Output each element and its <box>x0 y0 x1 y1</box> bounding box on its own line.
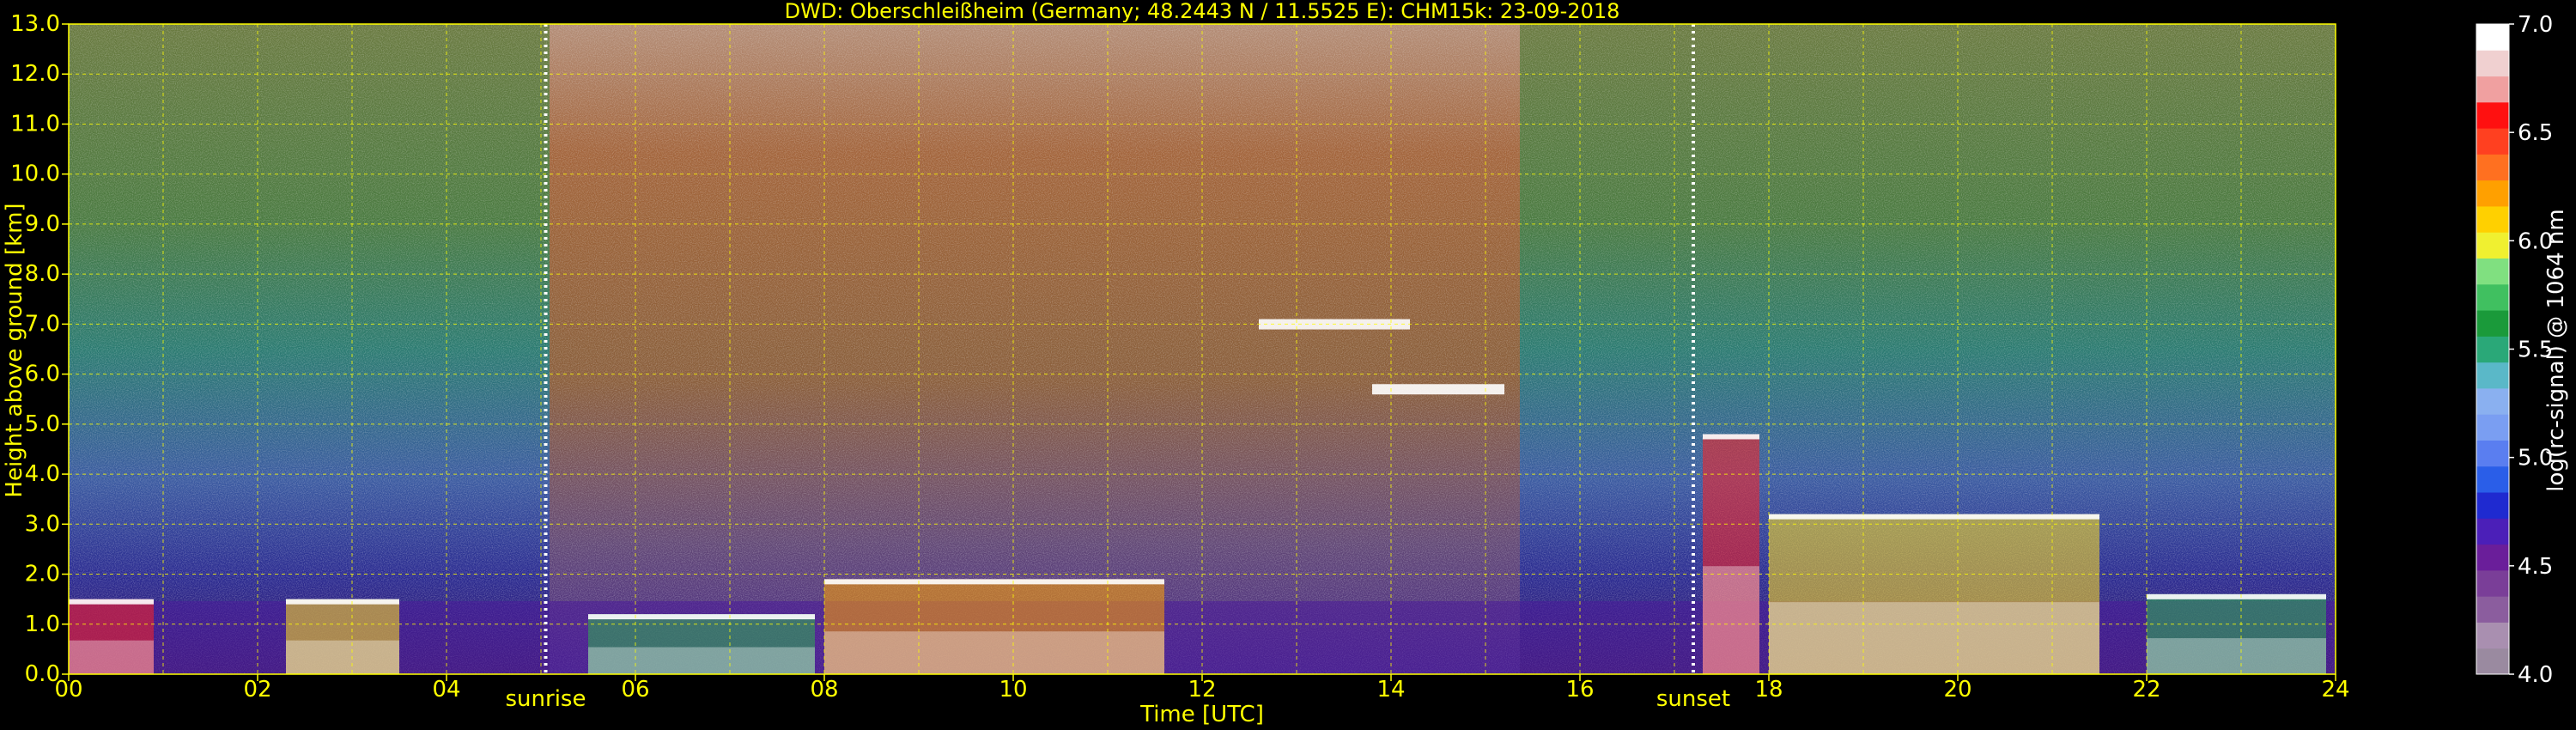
colorbar-segment <box>2476 596 2509 623</box>
x-tick-label: 10 <box>999 677 1027 703</box>
colorbar-segment <box>2476 24 2509 51</box>
x-tick-label: 02 <box>243 677 271 703</box>
y-tick-label: 6.0 <box>25 362 60 387</box>
y-axis-label: Height above ground [km] <box>2 203 27 497</box>
cloud-layer <box>1372 384 1504 395</box>
cloud-top <box>1769 514 2099 520</box>
x-axis-ticks: 00 02 04 06 08 10 12 14 16 18 20 22 24 <box>54 674 2350 703</box>
colorbar-tick-label: 7.0 <box>2518 12 2553 38</box>
colorbar-segment <box>2476 414 2509 441</box>
x-tick-label: 22 <box>2132 677 2160 703</box>
cloud-base <box>1769 602 2099 674</box>
colorbar-segment <box>2476 362 2509 389</box>
colorbar-segment <box>2476 101 2509 129</box>
cloud-top <box>69 599 154 605</box>
colorbar-segment <box>2476 76 2509 103</box>
y-tick-label: 1.0 <box>25 611 60 637</box>
colorbar-segments <box>2476 24 2509 675</box>
colorbar-segment <box>2476 648 2509 675</box>
x-tick-label: 18 <box>1754 677 1783 703</box>
cloud-top <box>2147 593 2326 599</box>
colorbar-segment <box>2476 258 2509 285</box>
colorbar-tick-label: 6.5 <box>2518 120 2553 146</box>
colorbar-segment <box>2476 283 2509 311</box>
x-tick-label: 24 <box>2321 677 2349 703</box>
colorbar-segment <box>2476 154 2509 181</box>
x-tick-label: 20 <box>1943 677 1971 703</box>
plot-area: sunrise sunset <box>68 23 2336 712</box>
colorbar-segment <box>2476 518 2509 545</box>
x-tick-label: 06 <box>621 677 649 703</box>
marker-label: sunset <box>1656 686 1730 712</box>
colorbar-segment <box>2476 465 2509 493</box>
y-tick-label: 7.0 <box>25 311 60 337</box>
y-tick-label: 3.0 <box>25 511 60 537</box>
colorbar-segment <box>2476 544 2509 571</box>
y-tick-label: 5.0 <box>25 411 60 437</box>
colorbar-segment <box>2476 492 2509 519</box>
y-tick-label: 9.0 <box>25 211 60 237</box>
colorbar-segment <box>2476 569 2509 597</box>
x-tick-label: 04 <box>432 677 460 703</box>
cloud-base <box>69 640 154 674</box>
x-tick-label: 08 <box>810 677 838 703</box>
y-tick-label: 11.0 <box>10 111 60 137</box>
colorbar-tick-label: 4.5 <box>2518 554 2553 580</box>
cloud-base <box>1703 566 1759 674</box>
x-tick-label: 16 <box>1565 677 1594 703</box>
colorbar-segment <box>2476 205 2509 233</box>
x-tick-label: 14 <box>1376 677 1405 703</box>
x-tick-label: 12 <box>1188 677 1216 703</box>
cloud-base <box>588 647 815 674</box>
colorbar-segment <box>2476 232 2509 259</box>
marker-label: sunrise <box>506 686 586 712</box>
y-tick-label: 12.0 <box>10 61 60 87</box>
y-tick-label: 8.0 <box>25 261 60 287</box>
ceilometer-chart: sunrise sunset 0.01.02.03.04.05.06.07.08.… <box>2 0 2569 727</box>
cloud-base <box>2147 638 2326 674</box>
x-axis-label: Time [UTC] <box>1139 702 1264 727</box>
colorbar-tick-label: 4.0 <box>2518 662 2553 688</box>
cloud-base <box>824 631 1164 674</box>
cloud-top <box>588 614 815 620</box>
colorbar-label: log(rc-signal) @ 1064 nm <box>2543 209 2569 491</box>
colorbar-segment <box>2476 622 2509 649</box>
cloud-top <box>1703 434 1759 440</box>
x-tick-label: 00 <box>54 677 82 703</box>
colorbar-segment <box>2476 310 2509 337</box>
cloud-base <box>286 640 399 674</box>
colorbar: 4.04.55.05.56.06.57.0 log(rc-signal) @ 1… <box>2476 12 2569 688</box>
cloud-top <box>286 599 399 605</box>
y-tick-label: 10.0 <box>10 161 60 187</box>
cloud-top <box>824 579 1164 585</box>
y-tick-label: 4.0 <box>25 461 60 487</box>
colorbar-segment <box>2476 387 2509 415</box>
chart-title: DWD: Oberschleißheim (Germany; 48.2443 N… <box>785 0 1620 23</box>
colorbar-segment <box>2476 128 2509 155</box>
colorbar-segment <box>2476 179 2509 207</box>
y-tick-label: 13.0 <box>10 11 60 37</box>
colorbar-segment <box>2476 50 2509 77</box>
colorbar-segment <box>2476 336 2509 363</box>
y-tick-label: 2.0 <box>25 562 60 587</box>
colorbar-segment <box>2476 440 2509 467</box>
